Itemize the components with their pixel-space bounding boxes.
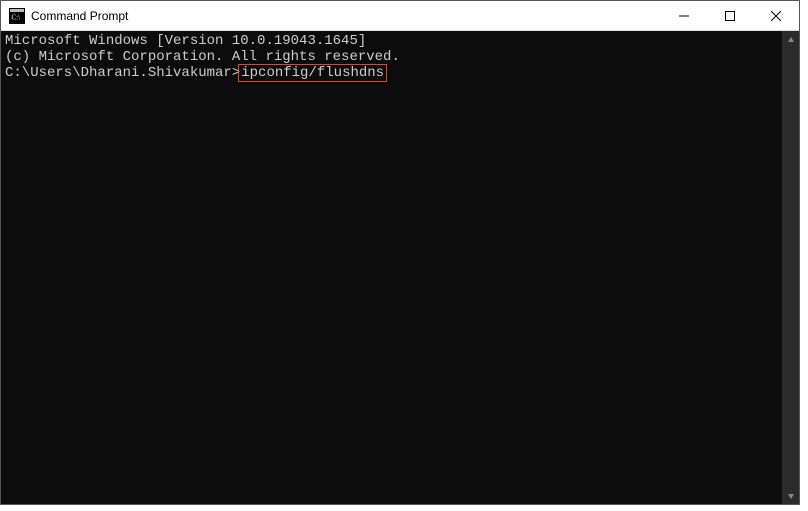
terminal-output[interactable]: Microsoft Windows [Version 10.0.19043.16… bbox=[1, 31, 782, 504]
client-area: Microsoft Windows [Version 10.0.19043.16… bbox=[1, 31, 799, 504]
command-highlight: ipconfig/flushdns bbox=[238, 64, 387, 82]
cmd-icon: C:\ bbox=[9, 8, 25, 24]
output-line: (c) Microsoft Corporation. All rights re… bbox=[5, 49, 778, 65]
command-prompt-window: C:\ Command Prompt Microsoft Windows [Ve… bbox=[0, 0, 800, 505]
scroll-up-button[interactable] bbox=[782, 31, 799, 48]
svg-text:C:\: C:\ bbox=[12, 13, 21, 21]
output-line: Microsoft Windows [Version 10.0.19043.16… bbox=[5, 33, 778, 49]
prompt-line: C:\Users\Dharani.Shivakumar>ipconfig/flu… bbox=[5, 65, 778, 81]
scroll-down-button[interactable] bbox=[782, 487, 799, 504]
close-button[interactable] bbox=[753, 1, 799, 30]
titlebar[interactable]: C:\ Command Prompt bbox=[1, 1, 799, 31]
window-controls bbox=[661, 1, 799, 30]
vertical-scrollbar[interactable] bbox=[782, 31, 799, 504]
maximize-button[interactable] bbox=[707, 1, 753, 30]
minimize-button[interactable] bbox=[661, 1, 707, 30]
prompt-path: C:\Users\Dharani.Shivakumar> bbox=[5, 65, 240, 81]
window-title: Command Prompt bbox=[31, 9, 661, 23]
typed-command: ipconfig/flushdns bbox=[241, 65, 384, 81]
